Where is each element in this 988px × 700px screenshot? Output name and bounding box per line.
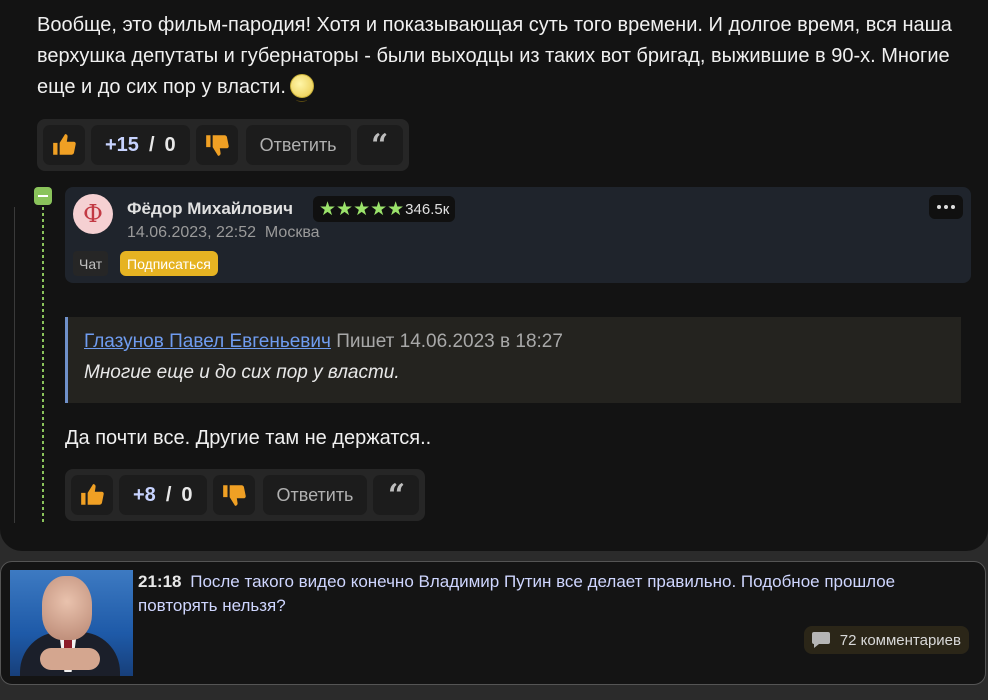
thumbs-down-icon <box>205 135 229 156</box>
quoted-comment: Глазунов Павел Евгеньевич Пишет 14.06.20… <box>65 317 961 403</box>
comment-meta: 14.06.2023, 22:52 Москва <box>127 224 320 242</box>
dislike-button[interactable] <box>212 475 255 515</box>
quote-button[interactable]: “ <box>356 125 403 165</box>
news-thumbnail[interactable] <box>10 570 133 676</box>
reply-text: Да почти все. Другие там не держатся.. <box>65 427 432 449</box>
dislike-button[interactable] <box>195 125 238 165</box>
rating-stars: ★★★★★ <box>319 198 405 220</box>
smiley-emoji-icon <box>289 74 314 111</box>
comment-bubble-icon <box>811 632 830 648</box>
rating-value: 346.5к <box>405 200 450 218</box>
reply-vote-bar: +8 / 0 Ответить “ <box>65 469 426 521</box>
thumb-head <box>42 576 92 640</box>
upvote-count: +8 <box>133 483 156 506</box>
chat-button[interactable]: Чат <box>73 251 109 276</box>
vote-separator: / <box>165 483 172 506</box>
news-item[interactable]: 21:18 После такого видео конечно Владими… <box>0 561 986 685</box>
comments-count: 72 комментариев <box>839 631 961 649</box>
quote-text: Многие еще и до сих пор у власти. <box>84 362 400 383</box>
news-title-text: После такого видео конечно Владимир Пути… <box>138 572 896 615</box>
vote-score: +15 / 0 <box>91 125 190 165</box>
comment-vote-bar: +15 / 0 Ответить “ <box>37 119 409 171</box>
avatar[interactable]: Ф <box>73 194 113 234</box>
news-time: 21:18 <box>138 572 182 591</box>
thumbs-down-icon <box>222 485 246 506</box>
subscribe-button[interactable]: Подписаться <box>120 251 218 276</box>
thumb-hands <box>40 648 100 670</box>
reply-author-card: Ф Фёдор Михайлович ★★★★★ 346.5к 14.06.20… <box>65 187 971 283</box>
thumbs-up-icon <box>81 484 104 505</box>
news-title[interactable]: 21:18 После такого видео конечно Владими… <box>138 570 918 618</box>
reply-button[interactable]: Ответить <box>245 125 351 165</box>
thread-line <box>14 207 15 523</box>
thumbs-up-icon <box>53 134 76 155</box>
quote-button[interactable]: “ <box>373 475 420 515</box>
like-button[interactable] <box>43 125 85 165</box>
downvote-count: 0 <box>164 133 176 156</box>
comment-location: Москва <box>264 224 320 241</box>
downvote-count: 0 <box>181 483 193 506</box>
comment-text-content: Вообще, это фильм-пародия! Хотя и показы… <box>37 14 952 98</box>
comments-count-button[interactable]: 72 комментариев <box>803 626 969 654</box>
reply-button[interactable]: Ответить <box>262 475 368 515</box>
comment-text: Вообще, это фильм-пародия! Хотя и показы… <box>37 10 967 111</box>
quote-author-link[interactable]: Глазунов Павел Евгеньевич <box>84 331 331 352</box>
collapse-thread-line[interactable] <box>42 207 44 523</box>
more-options-button[interactable] <box>929 195 963 219</box>
author-name[interactable]: Фёдор Михайлович <box>127 199 293 219</box>
comment-date: 14.06.2023, 22:52 <box>127 224 257 241</box>
comment-thread: Вообще, это фильм-пародия! Хотя и показы… <box>0 0 988 551</box>
quote-header: Глазунов Павел Евгеньевич Пишет 14.06.20… <box>84 331 961 353</box>
upvote-count: +15 <box>105 133 139 156</box>
quote-date: Пишет 14.06.2023 в 18:27 <box>336 331 563 352</box>
like-button[interactable] <box>71 475 113 515</box>
author-rating-badge: ★★★★★ 346.5к <box>313 196 456 222</box>
collapse-thread-button[interactable] <box>34 187 52 205</box>
vote-score: +8 / 0 <box>119 475 207 515</box>
vote-separator: / <box>148 133 155 156</box>
